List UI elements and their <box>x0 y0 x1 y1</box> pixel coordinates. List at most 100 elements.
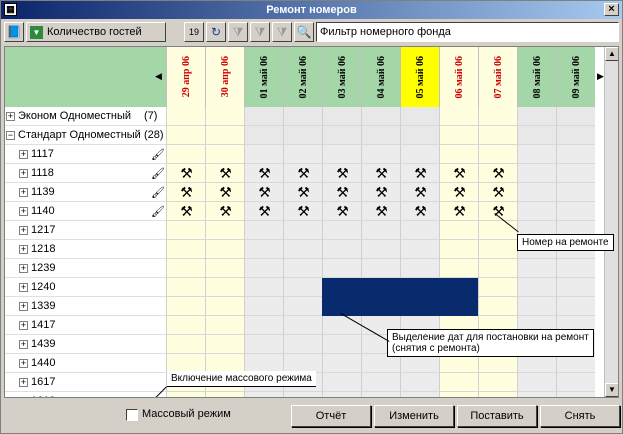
grid-cell[interactable] <box>283 259 322 278</box>
grid-cell[interactable] <box>478 373 517 392</box>
grid-cell[interactable]: ⚒ <box>283 164 322 183</box>
expand-icon[interactable]: + <box>19 377 28 387</box>
expand-icon[interactable]: + <box>6 111 15 121</box>
filter-icon[interactable]: ⧩ <box>228 22 248 42</box>
grid-cell[interactable] <box>400 145 439 164</box>
grid-cell[interactable] <box>556 297 595 316</box>
grid-cell[interactable] <box>283 316 322 335</box>
filter-field[interactable]: Фильтр номерного фонда <box>316 22 619 42</box>
room-row[interactable]: +1118 🖌 <box>5 164 166 183</box>
room-row[interactable]: +1140 🖌 <box>5 202 166 221</box>
grid-cell[interactable]: ⚒ <box>283 183 322 202</box>
grid-cell[interactable] <box>439 392 478 397</box>
grid-cell[interactable] <box>166 107 205 126</box>
grid-cell[interactable] <box>166 278 205 297</box>
room-row[interactable]: +1440 <box>5 354 166 373</box>
grid-cell[interactable] <box>205 126 244 145</box>
grid-cell[interactable] <box>478 392 517 397</box>
expand-icon[interactable]: + <box>19 339 28 349</box>
grid-cell[interactable] <box>322 373 361 392</box>
grid-cell[interactable] <box>322 240 361 259</box>
grid-cell[interactable] <box>400 240 439 259</box>
grid-cell[interactable] <box>400 373 439 392</box>
grid-cell[interactable] <box>439 373 478 392</box>
grid-cell[interactable] <box>361 392 400 397</box>
grid-cell[interactable] <box>322 145 361 164</box>
grid-cell[interactable]: ⚒ <box>439 202 478 221</box>
grid-cell[interactable] <box>205 316 244 335</box>
booking-grid[interactable]: ◀ ▶ ▲ ▼ 29 апр 06 30 апр 06 01 май 06 02 ма… <box>4 46 619 398</box>
expand-icon[interactable]: + <box>19 206 28 216</box>
grid-cell[interactable] <box>166 316 205 335</box>
grid-cell[interactable] <box>166 145 205 164</box>
expand-icon[interactable]: − <box>6 130 15 140</box>
grid-cell[interactable] <box>205 278 244 297</box>
scroll-up-icon[interactable]: ▲ <box>605 47 618 61</box>
date-header[interactable]: 09 май 06 <box>556 47 595 107</box>
grid-cell[interactable]: ⚒ <box>478 164 517 183</box>
grid-cell[interactable]: ⚒ <box>205 164 244 183</box>
grid-cell[interactable] <box>283 221 322 240</box>
grid-cell[interactable] <box>166 221 205 240</box>
grid-cell[interactable]: ⚒ <box>439 183 478 202</box>
grid-cell[interactable] <box>400 126 439 145</box>
grid-cell[interactable] <box>244 392 283 397</box>
grid-cell[interactable]: ⚒ <box>244 164 283 183</box>
date-header[interactable]: 01 май 06 <box>244 47 283 107</box>
grid-cell[interactable] <box>166 335 205 354</box>
room-row[interactable]: +1339 <box>5 297 166 316</box>
grid-cell[interactable] <box>517 373 556 392</box>
expand-icon[interactable]: + <box>19 396 28 397</box>
grid-cell[interactable] <box>517 392 556 397</box>
room-row[interactable]: +1117 🖌 <box>5 145 166 164</box>
room-row[interactable]: +1417 <box>5 316 166 335</box>
grid-cell[interactable] <box>517 126 556 145</box>
grid-cell[interactable]: ⚒ <box>322 164 361 183</box>
grid-cell[interactable] <box>478 278 517 297</box>
room-row[interactable]: +1240 <box>5 278 166 297</box>
scroll-right-icon[interactable]: ▶ <box>597 71 604 82</box>
expand-icon[interactable]: + <box>19 282 28 292</box>
grid-cell[interactable] <box>205 259 244 278</box>
remove-repair-button[interactable]: Снять <box>540 405 620 427</box>
date-header[interactable]: 06 май 06 <box>439 47 478 107</box>
grid-cell[interactable] <box>400 221 439 240</box>
room-row[interactable]: +1239 <box>5 259 166 278</box>
room-row[interactable]: +1217 <box>5 221 166 240</box>
grid-cell[interactable] <box>244 107 283 126</box>
grid-cell[interactable]: ⚒ <box>244 202 283 221</box>
grid-cell[interactable] <box>322 107 361 126</box>
grid-cell[interactable] <box>283 297 322 316</box>
grid-cell[interactable] <box>439 221 478 240</box>
grid-cell[interactable] <box>166 240 205 259</box>
grid-cell[interactable] <box>283 278 322 297</box>
grid-cell[interactable] <box>244 278 283 297</box>
expand-icon[interactable]: + <box>19 320 28 330</box>
grid-cell[interactable] <box>244 240 283 259</box>
expand-icon[interactable]: + <box>19 263 28 273</box>
grid-cell[interactable]: ⚒ <box>361 183 400 202</box>
set-repair-button[interactable]: Поставить <box>457 405 537 427</box>
grid-cell[interactable] <box>556 183 595 202</box>
expand-icon[interactable]: + <box>19 187 28 197</box>
expand-icon[interactable]: + <box>19 168 28 178</box>
grid-cell[interactable] <box>556 164 595 183</box>
grid-cell[interactable] <box>439 240 478 259</box>
expand-icon[interactable]: + <box>19 301 28 311</box>
room-row[interactable]: +1439 <box>5 335 166 354</box>
grid-cell[interactable]: ⚒ <box>400 164 439 183</box>
grid-cell[interactable] <box>205 221 244 240</box>
grid-cell[interactable] <box>556 259 595 278</box>
grid-cell[interactable] <box>400 107 439 126</box>
grid-cell[interactable]: ⚒ <box>205 183 244 202</box>
expand-icon[interactable]: + <box>19 149 28 159</box>
scroll-down-icon[interactable]: ▼ <box>605 383 618 397</box>
grid-cell[interactable]: ⚒ <box>322 202 361 221</box>
grid-cell[interactable] <box>205 145 244 164</box>
grid-cell[interactable] <box>205 392 244 397</box>
edit-button[interactable]: Изменить <box>374 405 454 427</box>
group-row[interactable]: + Эконом Одноместный (7) <box>5 107 166 126</box>
grid-cell[interactable] <box>556 278 595 297</box>
grid-cell[interactable] <box>322 221 361 240</box>
grid-cell[interactable]: ⚒ <box>478 202 517 221</box>
